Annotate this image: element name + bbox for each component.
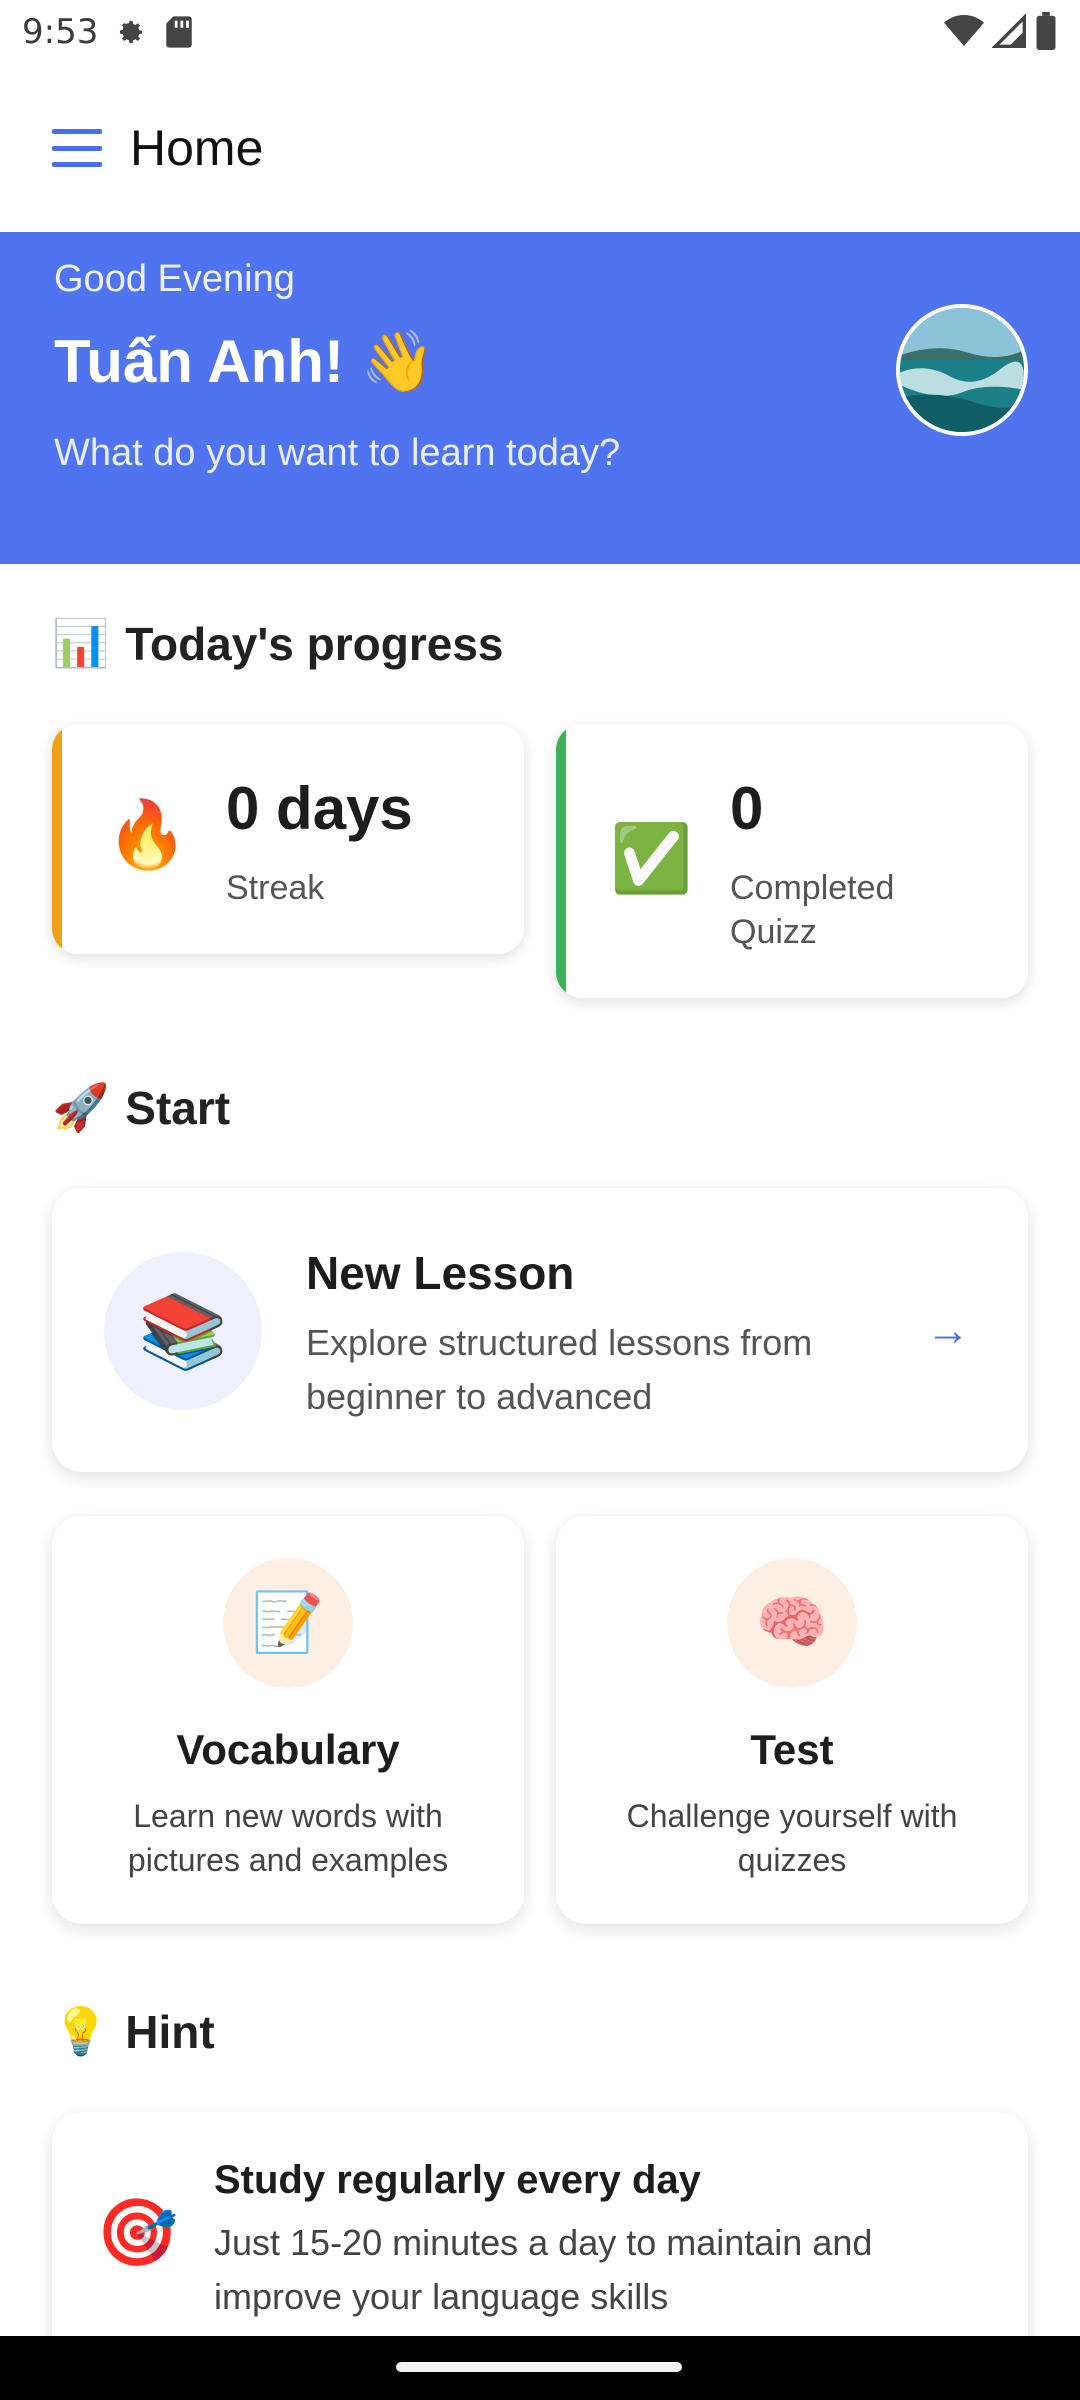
books-icon: 📚 xyxy=(104,1252,262,1410)
fire-icon: 🔥 xyxy=(106,797,189,871)
vocabulary-title: Vocabulary xyxy=(176,1726,400,1773)
streak-card: 🔥 0 days Streak xyxy=(52,724,524,954)
greeting-subtitle: What do you want to learn today? xyxy=(54,432,621,474)
rocket-icon: 🚀 xyxy=(52,1081,110,1133)
chart-icon: 📊 xyxy=(52,617,110,669)
settings-icon xyxy=(112,13,150,51)
quiz-card: ✅ 0 Completed Quizz xyxy=(556,724,1028,998)
greeting-banner: Good Evening Tuấn Anh! 👋 What do you wan… xyxy=(0,232,1080,564)
quiz-accent-bar xyxy=(556,724,566,998)
memo-icon: 📝 xyxy=(223,1558,353,1688)
start-section-title: 🚀 Start xyxy=(52,1081,231,1134)
vocabulary-description: Learn new words with pictures and exampl… xyxy=(127,1798,449,1878)
brain-icon: 🧠 xyxy=(727,1558,857,1688)
status-time: 9:53 xyxy=(22,12,99,52)
page-title: Home xyxy=(130,120,264,176)
new-lesson-title: New Lesson xyxy=(306,1247,575,1299)
streak-accent-bar xyxy=(52,724,62,954)
sd-card-icon xyxy=(164,15,194,49)
battery-icon xyxy=(1034,12,1058,55)
avatar[interactable] xyxy=(896,304,1028,436)
hint-section-title: 💡 Hint xyxy=(52,2005,215,2058)
status-bar: 9:53 xyxy=(0,0,1080,64)
test-title: Test xyxy=(750,1726,834,1773)
hint-card-title: Study regularly every day xyxy=(214,2158,701,2202)
test-card[interactable]: 🧠 Test Challenge yourself with quizzes xyxy=(556,1516,1028,1924)
progress-section-title: 📊 Today's progress xyxy=(52,617,504,670)
hint-card-description: Just 15-20 minutes a day to maintain and… xyxy=(214,2222,873,2317)
greeting-text: Good Evening xyxy=(54,258,295,300)
signal-icon xyxy=(991,13,1026,54)
new-lesson-description: Explore structured lessons from beginner… xyxy=(306,1322,813,1417)
user-name: Tuấn Anh! 👋 xyxy=(54,328,436,395)
target-icon: 🎯 xyxy=(96,2195,179,2269)
home-gesture-handle[interactable] xyxy=(396,2362,682,2372)
check-icon: ✅ xyxy=(610,821,693,895)
new-lesson-card[interactable]: 📚 New Lesson Explore structured lessons … xyxy=(52,1188,1028,1472)
app-bar: Home xyxy=(0,64,1080,232)
wifi-icon xyxy=(944,13,984,54)
vocabulary-card[interactable]: 📝 Vocabulary Learn new words with pictur… xyxy=(52,1516,524,1924)
quiz-value: 0 xyxy=(730,775,764,842)
menu-icon[interactable] xyxy=(52,123,102,173)
test-description: Challenge yourself with quizzes xyxy=(626,1798,958,1878)
lightbulb-icon: 💡 xyxy=(52,2005,110,2057)
system-nav-bar xyxy=(0,2336,1080,2400)
quiz-label: Completed Quizz xyxy=(730,869,895,951)
streak-label: Streak xyxy=(226,869,325,907)
arrow-right-icon: → xyxy=(926,1306,970,1355)
streak-value: 0 days xyxy=(226,775,413,842)
